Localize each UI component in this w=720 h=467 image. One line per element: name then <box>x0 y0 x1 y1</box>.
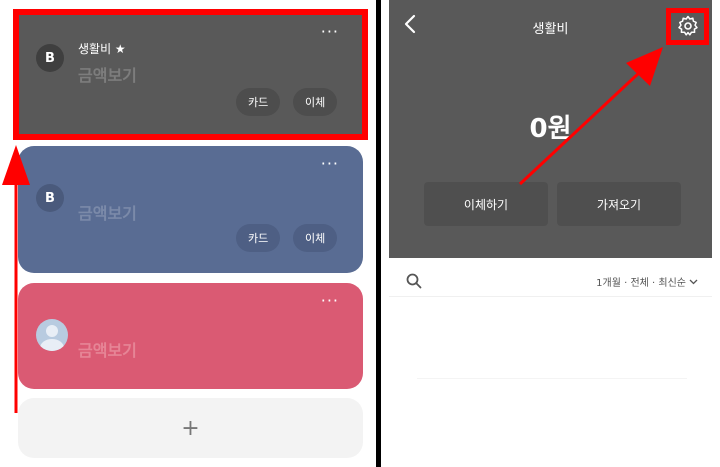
account-list-screen: ··· B 생활비 ★ 금액보기 카드 이체 ··· B 금액보기 카드 이체 … <box>0 0 376 467</box>
filter-dropdown[interactable]: 1개월 · 전체 · 최신순 <box>596 274 698 289</box>
add-account-button[interactable]: + <box>18 398 363 458</box>
fetch-action-button[interactable]: 가져오기 <box>557 182 681 226</box>
show-amount-link[interactable]: 금액보기 <box>78 200 137 224</box>
filter-label: 1개월 · 전체 · 최신순 <box>596 278 686 289</box>
page-title: 생활비 <box>532 22 569 37</box>
account-balance: 0원 <box>529 114 572 144</box>
annotation-highlight-box <box>13 9 368 140</box>
person-avatar-icon <box>36 319 68 351</box>
account-card-blue[interactable]: ··· B 금액보기 카드 이체 <box>18 146 363 273</box>
bank-logo-icon: B <box>36 184 64 212</box>
account-detail-screen: 생활비 0원 이체하기 가져오기 1개월 · 전체 · 최신순 <box>381 0 720 467</box>
chevron-down-icon <box>689 279 698 284</box>
show-amount-link[interactable]: 금액보기 <box>78 337 137 361</box>
more-options-button[interactable]: ··· <box>321 291 339 310</box>
divider <box>389 296 712 297</box>
plus-icon: + <box>181 415 200 441</box>
transfer-button[interactable]: 이체 <box>293 224 338 252</box>
search-icon[interactable] <box>405 272 423 290</box>
more-options-button[interactable]: ··· <box>321 154 339 173</box>
annotation-highlight-box <box>666 8 709 45</box>
divider <box>417 378 687 379</box>
card-button[interactable]: 카드 <box>236 224 281 252</box>
account-detail-header: 생활비 0원 이체하기 가져오기 <box>389 0 712 258</box>
transfer-action-button[interactable]: 이체하기 <box>424 182 548 226</box>
account-card-pink[interactable]: ··· 금액보기 <box>18 283 363 389</box>
